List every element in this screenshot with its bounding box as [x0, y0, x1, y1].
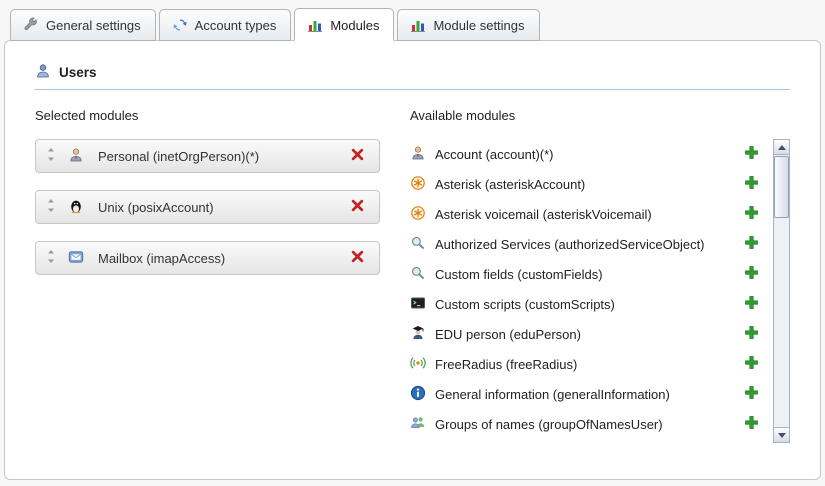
tab-general-settings[interactable]: General settings	[10, 9, 156, 41]
wrench-icon	[23, 17, 39, 33]
delete-icon[interactable]	[350, 249, 365, 267]
person-icon	[68, 147, 84, 166]
available-module-row: EDU person (eduPerson)	[410, 319, 769, 349]
info-icon	[410, 385, 426, 404]
radio-waves-icon	[410, 355, 426, 374]
magnifier-icon	[410, 265, 426, 284]
available-module-label: Custom scripts (customScripts)	[435, 297, 615, 312]
selected-module-label: Unix (posixAccount)	[98, 200, 350, 215]
add-icon[interactable]	[744, 235, 759, 253]
available-module-label: Asterisk (asteriskAccount)	[435, 177, 585, 192]
available-module-label: Asterisk voicemail (asteriskVoicemail)	[435, 207, 652, 222]
available-module-row: Groups of names (groupOfNamesUser)	[410, 409, 769, 439]
chart-icon	[410, 17, 426, 33]
magnifier-icon	[410, 235, 426, 254]
selected-module-row[interactable]: Unix (posixAccount)	[35, 190, 380, 224]
chart-icon	[307, 17, 323, 33]
edu-person-icon	[410, 325, 426, 344]
selected-module-label: Mailbox (imapAccess)	[98, 251, 350, 266]
tab-module-settings[interactable]: Module settings	[397, 9, 539, 41]
script-icon	[410, 295, 426, 314]
person-icon	[410, 145, 426, 164]
arrow-up-icon	[778, 145, 786, 150]
scrollbar-thumb[interactable]	[774, 156, 789, 218]
available-module-row: Asterisk voicemail (asteriskVoicemail)	[410, 199, 769, 229]
add-icon[interactable]	[744, 205, 759, 223]
tab-modules[interactable]: Modules	[294, 8, 394, 41]
scrollbar-track[interactable]	[774, 155, 789, 427]
available-module-row: FreeRadius (freeRadius)	[410, 349, 769, 379]
add-icon[interactable]	[744, 295, 759, 313]
add-icon[interactable]	[744, 265, 759, 283]
user-icon	[35, 63, 51, 82]
tab-label: General settings	[46, 18, 141, 33]
scroll-up-button[interactable]	[774, 140, 789, 155]
add-icon[interactable]	[744, 145, 759, 163]
available-module-row: Custom fields (customFields)	[410, 259, 769, 289]
drag-handle-icon[interactable]	[46, 147, 56, 165]
refresh-icon	[172, 17, 188, 33]
selected-module-row[interactable]: Personal (inetOrgPerson)(*)	[35, 139, 380, 173]
available-module-label: EDU person (eduPerson)	[435, 327, 581, 342]
section-users: Users	[35, 63, 790, 90]
delete-icon[interactable]	[350, 147, 365, 165]
asterisk-icon	[410, 205, 426, 224]
content-panel: Users Selected modules Personal (inetOrg…	[4, 40, 821, 480]
selected-module-label: Personal (inetOrgPerson)(*)	[98, 149, 350, 164]
available-module-label: General information (generalInformation)	[435, 387, 670, 402]
add-icon[interactable]	[744, 385, 759, 403]
arrow-down-icon	[778, 433, 786, 438]
tab-account-types[interactable]: Account types	[159, 9, 292, 41]
available-module-row: General information (generalInformation)	[410, 379, 769, 409]
lam-config-window: General settings Account types Modules M…	[0, 0, 825, 486]
tab-bar: General settings Account types Modules M…	[0, 0, 825, 41]
tab-label: Account types	[195, 18, 277, 33]
available-modules-column: Available modules Account (account)(*)	[410, 108, 790, 443]
drag-handle-icon[interactable]	[46, 249, 56, 267]
scroll-down-button[interactable]	[774, 427, 789, 442]
add-icon[interactable]	[744, 325, 759, 343]
available-modules-heading: Available modules	[410, 108, 790, 123]
add-icon[interactable]	[744, 355, 759, 373]
add-icon[interactable]	[744, 415, 759, 433]
selected-modules-column: Selected modules Personal (inetOrgPerson…	[35, 108, 380, 443]
selected-modules-heading: Selected modules	[35, 108, 380, 123]
available-module-row: Custom scripts (customScripts)	[410, 289, 769, 319]
tab-label: Modules	[330, 18, 379, 33]
group-icon	[410, 415, 426, 434]
asterisk-icon	[410, 175, 426, 194]
available-modules-list: Account (account)(*) Asterisk (asteriskA…	[410, 139, 769, 439]
drag-handle-icon[interactable]	[46, 198, 56, 216]
modules-columns: Selected modules Personal (inetOrgPerson…	[35, 108, 790, 443]
add-icon[interactable]	[744, 175, 759, 193]
available-module-row: Asterisk (asteriskAccount)	[410, 169, 769, 199]
available-module-label: Groups of names (groupOfNamesUser)	[435, 417, 663, 432]
tux-icon	[68, 198, 84, 217]
delete-icon[interactable]	[350, 198, 365, 216]
available-module-row: Account (account)(*)	[410, 139, 769, 169]
available-modules-scrollbar[interactable]	[773, 139, 790, 443]
available-module-label: Authorized Services (authorizedServiceOb…	[435, 237, 705, 252]
available-module-label: FreeRadius (freeRadius)	[435, 357, 577, 372]
tab-label: Module settings	[433, 18, 524, 33]
available-module-row: Authorized Services (authorizedServiceOb…	[410, 229, 769, 259]
available-module-label: Custom fields (customFields)	[435, 267, 603, 282]
mailbox-icon	[68, 249, 84, 268]
section-title: Users	[59, 65, 97, 80]
available-module-label: Account (account)(*)	[435, 147, 554, 162]
selected-module-row[interactable]: Mailbox (imapAccess)	[35, 241, 380, 275]
